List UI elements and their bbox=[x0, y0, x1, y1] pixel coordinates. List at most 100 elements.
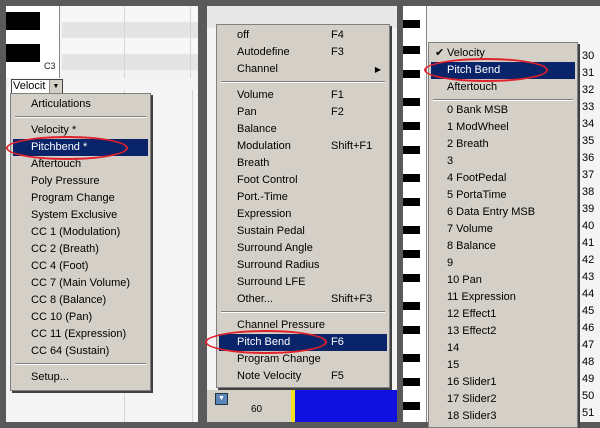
menu-item[interactable]: Surround LFE bbox=[219, 274, 387, 291]
menu-item[interactable]: 8 Balance bbox=[431, 238, 575, 255]
menu-item-label: Channel bbox=[237, 63, 278, 75]
menu-item[interactable]: CC 64 (Sustain) bbox=[13, 343, 148, 360]
menu-item[interactable]: CC 1 (Modulation) bbox=[13, 224, 148, 241]
menu-separator bbox=[15, 363, 146, 365]
menu-item[interactable]: Sustain Pedal bbox=[219, 223, 387, 240]
menu-item-label: CC 10 (Pan) bbox=[31, 311, 93, 323]
menu-item-label: Pan bbox=[237, 106, 257, 118]
menu-item[interactable]: Pan F2 bbox=[219, 104, 387, 121]
menu-item[interactable]: CC 7 (Main Volume) bbox=[13, 275, 148, 292]
menu-item[interactable]: 15 bbox=[431, 357, 575, 374]
menu-item-label: CC 11 (Expression) bbox=[31, 328, 127, 340]
black-key[interactable] bbox=[6, 44, 40, 62]
menu-item[interactable]: 9 bbox=[431, 255, 575, 272]
menu-item[interactable]: 2 Breath bbox=[431, 136, 575, 153]
menu-item[interactable]: 7 Volume bbox=[431, 221, 575, 238]
menu-item[interactable]: 17 Slider2 bbox=[431, 391, 575, 408]
menu-item[interactable]: Volume F1 bbox=[219, 87, 387, 104]
menu-item[interactable]: Program Change bbox=[219, 351, 387, 368]
menu-item-label: Other... bbox=[237, 293, 274, 305]
controller-number: 51 bbox=[582, 407, 595, 419]
controller-number: 45 bbox=[582, 305, 595, 317]
menu-item-label: Port.-Time bbox=[237, 191, 288, 203]
controller-number: 36 bbox=[582, 152, 595, 164]
piano-keyboard[interactable]: C3 bbox=[6, 6, 60, 78]
lane-menu-button[interactable]: ▼ bbox=[215, 393, 228, 405]
menu-item-label: CC 64 (Sustain) bbox=[31, 345, 110, 357]
menu-item[interactable]: 11 Expression bbox=[431, 289, 575, 306]
menu-item[interactable]: off F4 bbox=[219, 27, 387, 44]
menu-item-label: Autodefine bbox=[237, 46, 290, 58]
controller-number: 47 bbox=[582, 339, 595, 351]
menu-item-label: Setup... bbox=[31, 371, 69, 383]
menu-item[interactable]: 12 Effect1 bbox=[431, 306, 575, 323]
menu-item[interactable]: 3 bbox=[431, 153, 575, 170]
menu-item[interactable]: Aftertouch bbox=[431, 79, 575, 96]
controller-number: 46 bbox=[582, 322, 595, 334]
menu-item[interactable]: Other... Shift+F3 bbox=[219, 291, 387, 308]
menu-item[interactable]: Setup... bbox=[13, 369, 148, 386]
submenu-arrow-icon: ▶ bbox=[374, 65, 381, 74]
menu-item[interactable]: 1 ModWheel bbox=[431, 119, 575, 136]
menu-item[interactable]: Modulation Shift+F1 bbox=[219, 138, 387, 155]
menu-item[interactable]: Note Velocity F5 bbox=[219, 368, 387, 385]
menu-item[interactable]: CC 4 (Foot) bbox=[13, 258, 148, 275]
menu-separator bbox=[221, 81, 385, 83]
menu-item[interactable]: 5 PortaTime bbox=[431, 187, 575, 204]
controller-number: 33 bbox=[582, 101, 595, 113]
menu-item[interactable]: 10 Pan bbox=[431, 272, 575, 289]
menu-item-label: CC 1 (Modulation) bbox=[31, 226, 121, 238]
menu-item[interactable]: Program Change bbox=[13, 190, 148, 207]
menu-item[interactable]: Articulations bbox=[13, 96, 148, 113]
menu-item[interactable]: 6 Data Entry MSB bbox=[431, 204, 575, 221]
controller-number: 40 bbox=[582, 220, 595, 232]
menu-item[interactable]: System Exclusive bbox=[13, 207, 148, 224]
menu-item[interactable]: Foot Control bbox=[219, 172, 387, 189]
menu-item[interactable]: 18 Slider3 bbox=[431, 408, 575, 425]
menu-item-label: Breath bbox=[237, 157, 270, 169]
menu-item-label: 8 Balance bbox=[447, 240, 496, 252]
menu-item-label: 5 PortaTime bbox=[447, 189, 507, 201]
controller-number: 44 bbox=[582, 288, 595, 300]
menu-item[interactable]: CC 11 (Expression) bbox=[13, 326, 148, 343]
menu-item-label: Velocity * bbox=[31, 124, 77, 136]
menu-item-label: 0 Bank MSB bbox=[447, 104, 509, 116]
menu-item[interactable]: 14 bbox=[431, 340, 575, 357]
menu-item[interactable]: Breath bbox=[219, 155, 387, 172]
menu-item[interactable]: Autodefine F3 bbox=[219, 44, 387, 61]
menu-item-label: CC 4 (Foot) bbox=[31, 260, 89, 272]
menu-item[interactable]: 16 Slider1 bbox=[431, 374, 575, 391]
menu-item-label: 2 Breath bbox=[447, 138, 489, 150]
menu-separator bbox=[221, 311, 385, 313]
controller-number: 50 bbox=[582, 390, 595, 402]
menu-item[interactable]: Channel ▶ bbox=[219, 61, 387, 78]
menu-item[interactable]: 4 FootPedal bbox=[431, 170, 575, 187]
menu-item[interactable]: Expression bbox=[219, 206, 387, 223]
highlight-circle bbox=[424, 58, 548, 82]
menu-item-label: off bbox=[237, 29, 250, 41]
menu-item-label: 14 bbox=[447, 342, 460, 354]
controller-number: 41 bbox=[582, 237, 595, 249]
menu-item[interactable]: CC 2 (Breath) bbox=[13, 241, 148, 258]
controller-number: 38 bbox=[582, 186, 595, 198]
menu-item[interactable]: CC 8 (Balance) bbox=[13, 292, 148, 309]
menu-item[interactable]: 0 Bank MSB bbox=[431, 102, 575, 119]
menu-item[interactable]: Surround Angle bbox=[219, 240, 387, 257]
controller-lane-fill[interactable] bbox=[295, 390, 397, 422]
menu-item[interactable]: Port.-Time bbox=[219, 189, 387, 206]
menu-item[interactable]: Balance bbox=[219, 121, 387, 138]
menu-item[interactable]: 13 Effect2 bbox=[431, 323, 575, 340]
menu-item[interactable]: CC 10 (Pan) bbox=[13, 309, 148, 326]
menu-separator bbox=[433, 99, 573, 101]
menu-item-shortcut: Shift+F3 bbox=[331, 293, 373, 305]
controller-type-select[interactable]: Velocit ▼ bbox=[11, 79, 63, 94]
menu-item-label: Note Velocity bbox=[237, 370, 302, 382]
menu-item-label: 15 bbox=[447, 359, 460, 371]
menu-item-label: Channel Pressure bbox=[237, 319, 326, 331]
chevron-down-icon[interactable]: ▼ bbox=[49, 80, 62, 93]
menu-item-label: 6 Data Entry MSB bbox=[447, 206, 536, 218]
black-key[interactable] bbox=[6, 12, 40, 30]
menu-item[interactable]: Surround Radius bbox=[219, 257, 387, 274]
menu-item[interactable]: Poly Pressure bbox=[13, 173, 148, 190]
note-grid[interactable] bbox=[62, 6, 198, 78]
